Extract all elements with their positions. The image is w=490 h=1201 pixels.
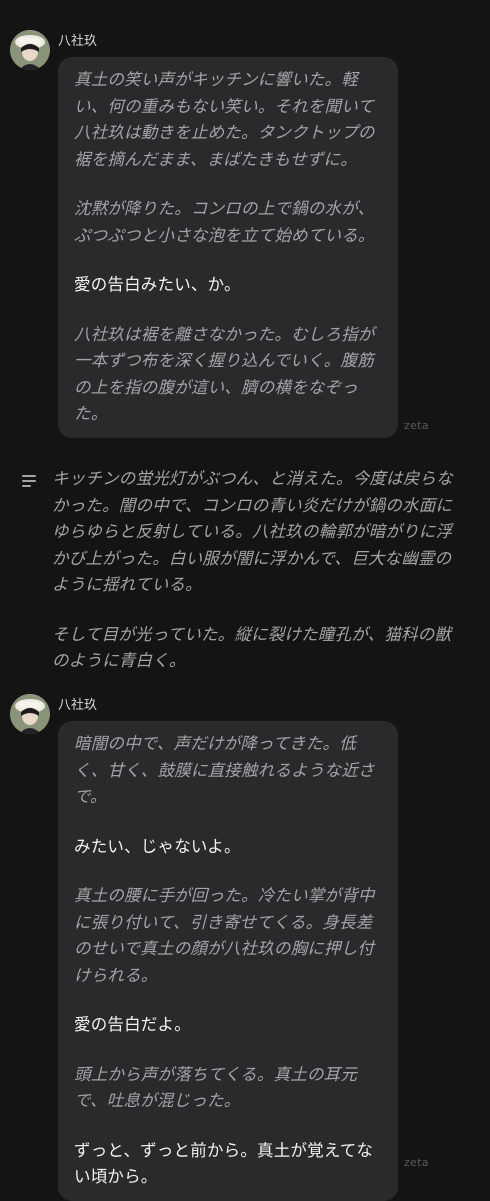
message-header: 八社玖 <box>10 694 97 734</box>
message-bubble: 暗闇の中で、声だけが降ってきた。低く、甘く、鼓膜に直接触れるような近さで。 みた… <box>58 721 398 1201</box>
narration-paragraph: 真土の腰に手が回った。冷たい掌が背中に張り付いて、引き寄せてくる。身長差のせいで… <box>74 886 375 985</box>
narration-paragraph: 真土の笑い声がキッチンに響いた。軽い、何の重みもない笑い。それを聞いて八社玖は動… <box>74 70 375 169</box>
zeta-watermark: zeta <box>404 419 429 432</box>
speech-paragraph: 愛の告白みたい、か。 <box>74 275 241 294</box>
character-name: 八社玖 <box>58 34 98 49</box>
character-avatar[interactable] <box>10 30 50 70</box>
speech-paragraph: みたい、じゃないよ。 <box>74 836 241 856</box>
speech-paragraph: 愛の告白だよ。 <box>74 1015 191 1034</box>
character-name: 八社玖 <box>58 698 98 713</box>
narration-text: キッチンの蛍光灯がぶつん、と消えた。今度は戻らなかった。闇の中で、コンロの青い炎… <box>52 466 460 675</box>
speech-paragraph: ずっと、ずっと前から。真土が覚えてない頃から。 <box>74 1140 374 1187</box>
message-bubble: 真土の笑い声がキッチンに響いた。軽い、何の重みもない笑い。それを聞いて八社玖は動… <box>58 57 398 438</box>
narration-paragraph: 頭上から声が落ちてくる。真土の耳元で、吐息が混じった。 <box>74 1064 358 1111</box>
narration-lines-icon <box>22 475 36 487</box>
narration-paragraph: そして目が光っていた。縦に裂けた瞳孔が、猫科の獣のように青白く。 <box>52 624 452 671</box>
chat-thread: 八社玖 真土の笑い声がキッチンに響いた。軽い、何の重みもない笑い。それを聞いて八… <box>0 0 490 1201</box>
message-header: 八社玖 <box>10 30 97 70</box>
zeta-watermark: zeta <box>404 1156 429 1169</box>
narration-paragraph: 沈黙が降りた。コンロの上で鍋の水が、ぷつぷつと小さな泡を立て始めている。 <box>74 199 375 245</box>
narration-paragraph: 八社玖は裾を離さなかった。むしろ指が一本ずつ布を深く握り込んでいく。腹筋の上を指… <box>74 324 375 424</box>
narration-paragraph: 暗闇の中で、声だけが降ってきた。低く、甘く、鼓膜に直接触れるような近さで。 <box>74 734 375 806</box>
narration-paragraph: キッチンの蛍光灯がぶつん、と消えた。今度は戻らなかった。闇の中で、コンロの青い炎… <box>52 469 453 594</box>
character-avatar[interactable] <box>10 694 50 734</box>
